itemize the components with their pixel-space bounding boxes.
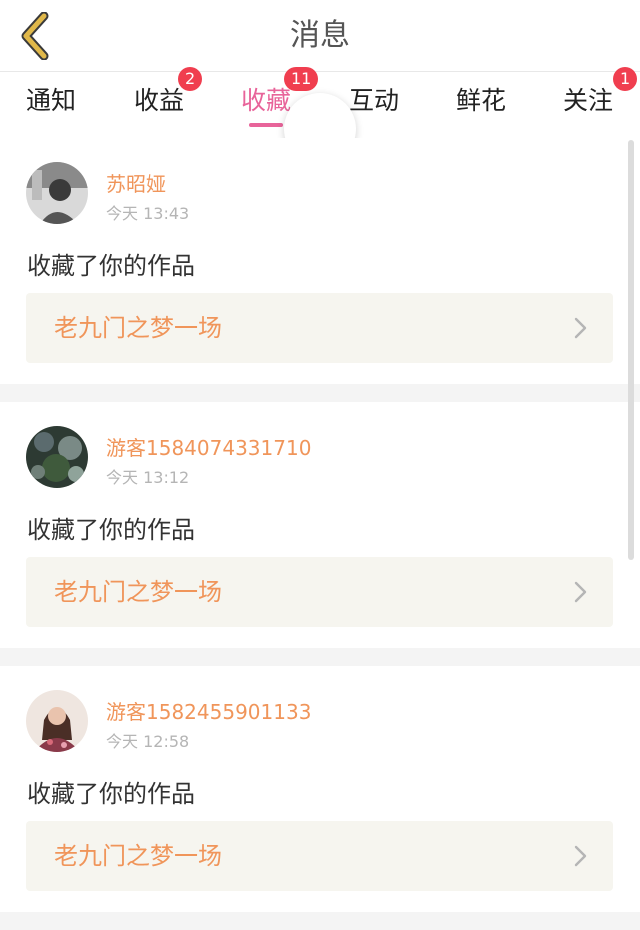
chevron-right-icon [574,581,587,603]
divider [0,648,640,666]
tab-flowers[interactable]: 鲜花 [436,73,526,133]
tab-label: 收益 [133,86,184,115]
chevron-right-icon [574,317,587,339]
tab-badge: 2 [178,67,203,91]
divider [0,912,640,930]
list-item: 苏昭娅 今天 13:43 收藏了你的作品 老九门之梦一场 [0,138,640,384]
scrollbar[interactable] [628,140,634,560]
tab-notifications[interactable]: 通知 [6,73,96,133]
tab-badge: 1 [613,67,638,91]
action-text: 收藏了你的作品 [27,780,195,808]
work-title: 老九门之梦一场 [54,578,222,606]
page-title: 消息 [290,18,350,53]
tab-following[interactable]: 关注 1 [543,67,638,133]
tab-label: 互动 [348,86,399,115]
chevron-right-icon [574,845,587,867]
divider [0,384,640,402]
timestamp: 今天 12:58 [106,732,190,751]
work-link[interactable]: 老九门之梦一场 [26,557,613,627]
timestamp: 今天 13:43 [106,204,190,223]
username[interactable]: 游客1584074331710 [106,432,311,461]
header-bar: 消息 [0,0,640,72]
work-link[interactable]: 老九门之梦一场 [26,821,613,891]
avatar[interactable] [26,162,88,224]
action-text: 收藏了你的作品 [27,516,195,544]
work-title: 老九门之梦一场 [54,842,222,870]
tab-label: 通知 [25,86,76,115]
tab-earnings[interactable]: 收益 2 [114,67,204,133]
active-tab-indicator [249,123,283,127]
tab-label: 关注 [562,86,613,115]
username[interactable]: 游客1582455901133 [106,696,311,725]
work-title: 老九门之梦一场 [54,314,222,342]
username[interactable]: 苏昭娅 [106,168,166,197]
work-link[interactable]: 老九门之梦一场 [26,293,613,363]
tab-badge: 11 [284,67,319,91]
list-item: 游客1584074331710 今天 13:12 收藏了你的作品 老九门之梦一场 [0,402,640,648]
list-item: 游客1582455901133 今天 12:58 收藏了你的作品 老九门之梦一场 [0,666,640,912]
tab-label: 收藏 [240,86,291,115]
timestamp: 今天 13:12 [106,468,190,487]
message-list: 苏昭娅 今天 13:43 收藏了你的作品 老九门之梦一场 游客158407433… [0,138,640,930]
action-text: 收藏了你的作品 [27,252,195,280]
avatar[interactable] [26,690,88,752]
tab-label: 鲜花 [455,86,506,115]
avatar[interactable] [26,426,88,488]
